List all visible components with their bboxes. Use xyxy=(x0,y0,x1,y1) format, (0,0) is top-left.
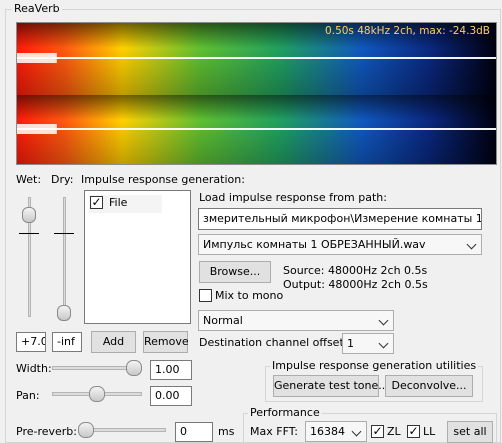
pan-label: Pan: xyxy=(16,389,40,402)
mode-value: Normal xyxy=(203,314,243,327)
wet-slider-thumb[interactable] xyxy=(22,207,36,223)
ll-checkbox[interactable]: ✓ xyxy=(407,425,420,438)
performance-legend: Performance xyxy=(248,406,322,419)
zl-label: ZL xyxy=(387,425,401,438)
ir-path-input[interactable]: змерительный микрофон\Измерение комнаты … xyxy=(198,208,482,230)
chevron-down-icon xyxy=(466,239,477,250)
deconvolve-button[interactable]: Deconvolve... xyxy=(385,375,473,397)
ir-file-value: Импульс комнаты 1 ОБРЕЗАННЫЙ.wav xyxy=(203,238,426,251)
browse-button[interactable]: Browse... xyxy=(199,261,271,283)
spectrogram-channel-2 xyxy=(17,95,496,164)
pan-slider-thumb[interactable] xyxy=(89,386,105,402)
pan-slider[interactable] xyxy=(50,384,144,404)
max-fft-select[interactable]: 16384 xyxy=(305,421,367,442)
add-button[interactable]: Add xyxy=(91,331,136,353)
dry-value[interactable]: -inf xyxy=(52,332,82,352)
prereverb-value[interactable]: 0 xyxy=(175,422,213,442)
pan-value[interactable]: 0.00 xyxy=(150,386,192,406)
generate-test-tone-button[interactable]: Generate test tone... xyxy=(273,375,389,397)
mix-to-mono-checkbox[interactable] xyxy=(199,289,212,302)
prereverb-label: Pre-reverb: xyxy=(16,425,77,438)
dry-label: Dry: xyxy=(51,173,74,186)
prereverb-slider-thumb[interactable] xyxy=(78,422,94,438)
mode-select[interactable]: Normal xyxy=(198,310,394,331)
set-all-button[interactable]: set all xyxy=(447,421,493,443)
file-item-checkbox[interactable]: ✓ xyxy=(90,196,103,209)
dest-offset-label: Destination channel offset: xyxy=(199,336,348,349)
ll-label: LL xyxy=(423,425,436,438)
chevron-down-icon xyxy=(378,315,389,326)
dest-offset-value: 1 xyxy=(347,337,354,350)
width-label: Width: xyxy=(16,362,52,375)
window-title: ReaVerb xyxy=(12,2,62,15)
zl-checkbox[interactable]: ✓ xyxy=(371,425,384,438)
max-fft-value: 16384 xyxy=(310,425,345,438)
ir-generation-list[interactable]: ✓ File xyxy=(84,190,191,324)
dest-offset-select[interactable]: 1 xyxy=(342,333,394,354)
prereverb-slider[interactable] xyxy=(76,420,168,440)
wet-slider[interactable] xyxy=(19,193,39,321)
ir-generation-label: Impulse response generation: xyxy=(81,173,245,186)
ir-info-readout: 0.50s 48kHz 2ch, max: -24.3dB xyxy=(325,25,490,37)
mix-to-mono-label: Mix to mono xyxy=(215,289,284,302)
source-info: Source: 48000Hz 2ch 0.5s xyxy=(283,264,428,277)
ir-spectrogram: 0.50s 48kHz 2ch, max: -24.3dB xyxy=(16,22,497,165)
output-info: Output: 48000Hz 2ch 0.5s xyxy=(283,278,428,291)
wet-value[interactable]: +7.0 xyxy=(16,332,46,352)
chevron-down-icon xyxy=(378,338,389,349)
chevron-down-icon xyxy=(351,426,362,437)
width-slider[interactable] xyxy=(50,358,144,378)
prereverb-unit: ms xyxy=(218,425,235,438)
width-value[interactable]: 1.00 xyxy=(150,360,192,380)
remove-button[interactable]: Remove xyxy=(143,331,189,353)
utilities-legend: Impulse response generation utilities xyxy=(270,359,479,372)
file-item-label: File xyxy=(109,196,128,209)
ir-file-select[interactable]: Импульс комнаты 1 ОБРЕЗАННЫЙ.wav xyxy=(198,234,482,255)
wet-label: Wet: xyxy=(16,173,42,186)
dry-slider[interactable] xyxy=(54,193,74,321)
max-fft-label: Max FFT: xyxy=(250,425,298,438)
dry-slider-thumb[interactable] xyxy=(57,305,71,321)
width-slider-thumb[interactable] xyxy=(126,360,142,376)
load-path-label: Load impulse response from path: xyxy=(199,191,387,204)
